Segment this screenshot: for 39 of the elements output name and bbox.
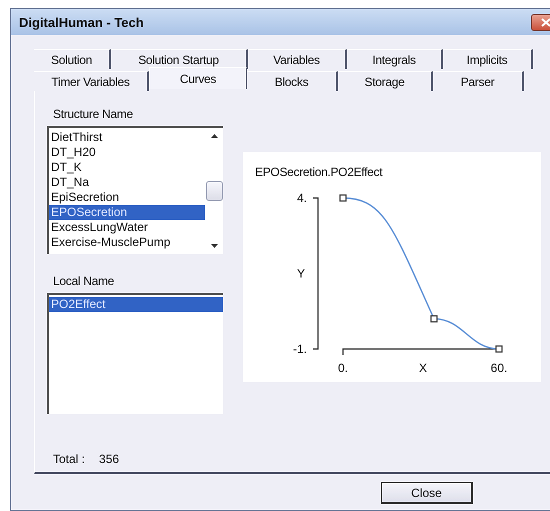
y-axis-label: Y (297, 266, 305, 280)
list-item[interactable]: DietThirst (49, 130, 205, 145)
tab[interactable]: Curves (149, 67, 247, 89)
curve-point[interactable] (495, 345, 503, 353)
tab[interactable]: Implicits (443, 49, 533, 69)
list-item[interactable]: DT_K (49, 160, 205, 175)
x-tick-label: 60. (490, 361, 508, 375)
tab[interactable]: Timer Variables (34, 71, 149, 91)
window-title: DigitalHuman - Tech (19, 14, 144, 30)
list-item[interactable]: DT_H20 (49, 145, 205, 160)
total-value: 356 (99, 452, 120, 466)
list-item[interactable]: DT_Na (49, 175, 205, 190)
chart-title: EPOSecretion.PO2Effect (255, 165, 382, 179)
list-item[interactable]: ExcessLungWater (49, 220, 205, 235)
tab[interactable]: Parser (433, 71, 524, 91)
list-item[interactable]: Exercise-MusclePump (49, 235, 205, 250)
x-axis-label: X (419, 361, 427, 375)
tab[interactable]: Variables (248, 49, 347, 69)
list-item[interactable]: EPOSecretion (49, 205, 205, 220)
tab[interactable]: Solution (34, 49, 111, 69)
close-button[interactable]: Close (381, 482, 473, 504)
list-item[interactable]: PO2Effect (49, 297, 223, 312)
x-tick-label: 0. (338, 361, 348, 375)
tab[interactable]: Solution Startup (111, 49, 248, 69)
scroll-down-icon[interactable] (210, 244, 218, 248)
list-item[interactable]: EpiSecretion (49, 190, 205, 205)
scroll-up-icon[interactable] (210, 134, 218, 138)
y-tick-label: -1. (292, 342, 307, 356)
total-label: Total : (53, 452, 86, 466)
close-icon (541, 18, 550, 26)
list-label: Local Name (53, 274, 116, 288)
list-label: Structure Name (53, 107, 134, 121)
y-tick-label: 4. (296, 191, 307, 205)
scroll-thumb[interactable] (206, 181, 222, 201)
tab[interactable]: Integrals (347, 49, 443, 69)
curve-point[interactable] (430, 315, 438, 322)
tab[interactable]: Blocks (247, 71, 338, 91)
tab[interactable]: Storage (338, 71, 433, 91)
curve-point[interactable] (339, 194, 347, 202)
